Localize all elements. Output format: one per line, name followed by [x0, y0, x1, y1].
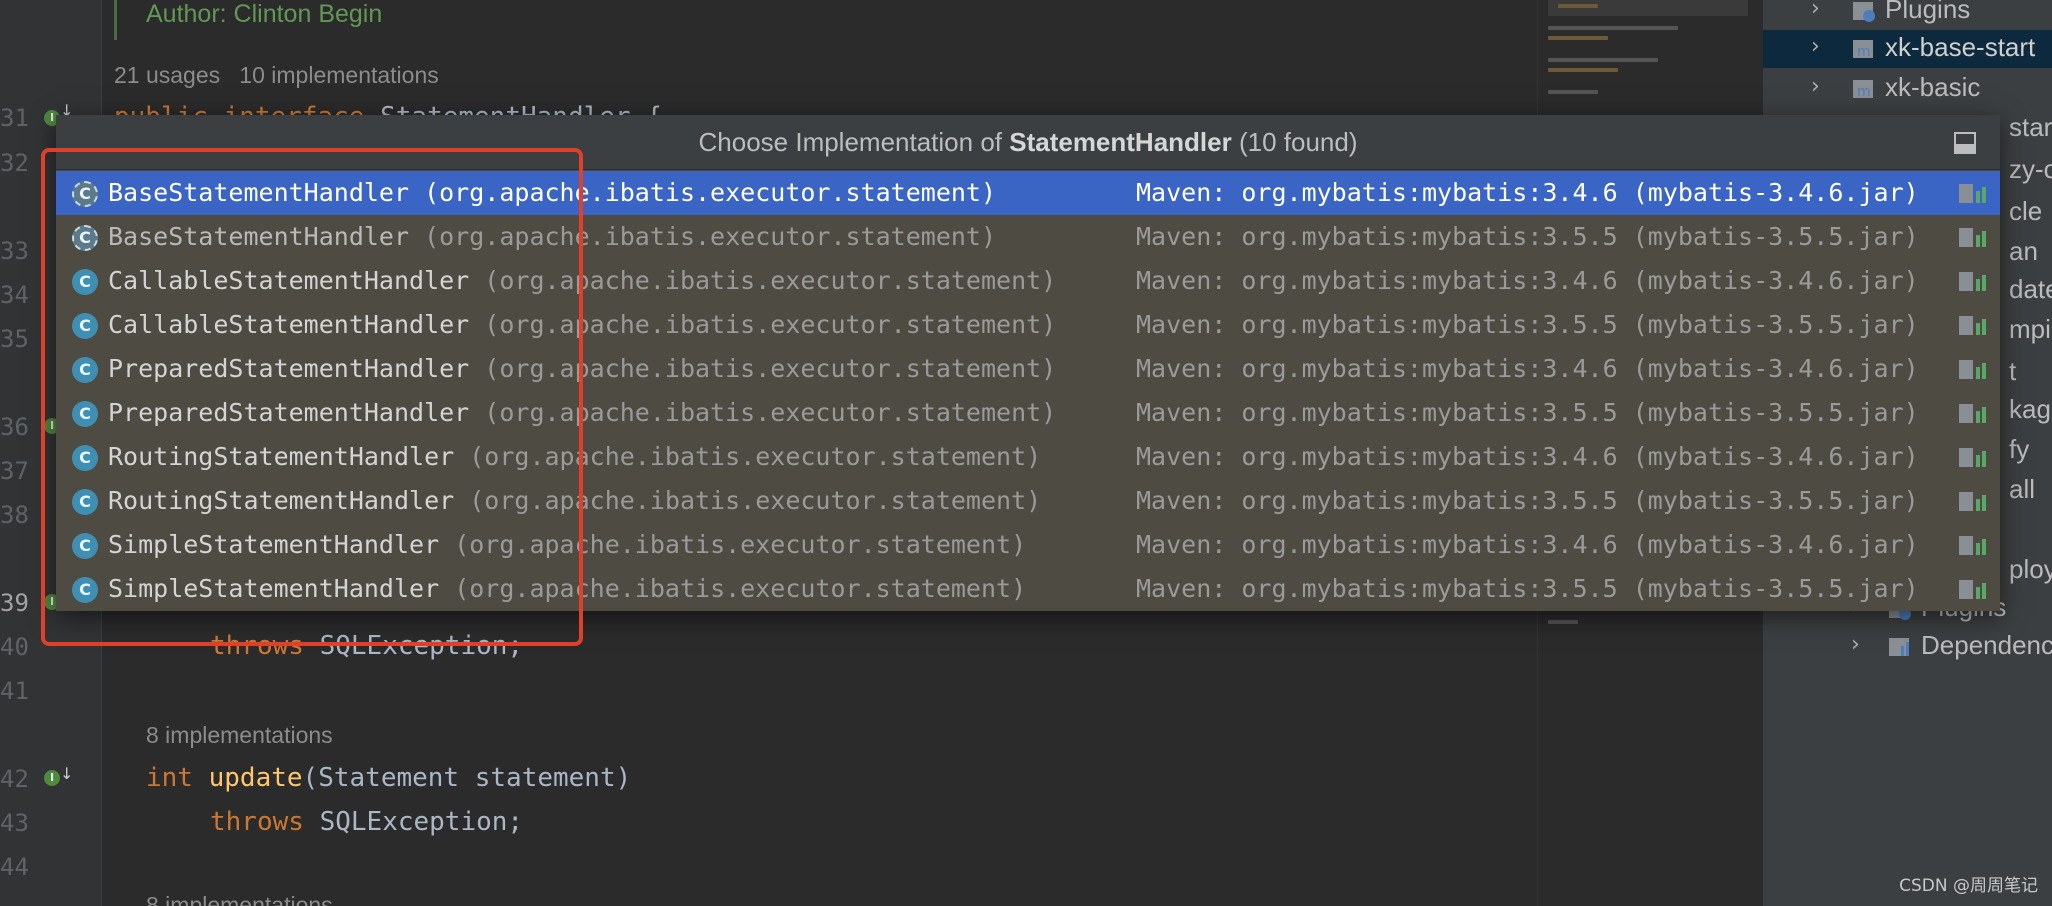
library-jar-icon: [1959, 492, 1986, 511]
maven-module-icon: m: [1853, 80, 1873, 100]
maven-library: Maven: org.mybatis:mybatis:3.5.5 (mybati…: [1136, 398, 1919, 427]
minimap-line: [1548, 68, 1618, 72]
annotation-highlight-box: [41, 148, 583, 646]
author-doc-line: Author: Clinton Begin: [146, 0, 383, 28]
maven-library: Maven: org.mybatis:mybatis:3.4.6 (mybati…: [1136, 266, 1919, 295]
popup-title-name: StatementHandler: [1009, 127, 1232, 157]
maven-module-icon: m: [1853, 40, 1873, 60]
method-args: (Statement statement): [302, 763, 632, 793]
tree-fragment: an: [2009, 236, 2038, 266]
line-number: 37: [0, 457, 29, 485]
implementations-hint[interactable]: 8 implementations: [146, 722, 333, 749]
line-number: 44: [0, 853, 29, 881]
doc-comment-bar: [114, 0, 117, 40]
line-number: 33: [0, 237, 29, 265]
minimap-line: [1548, 90, 1598, 94]
maven-library: Maven: org.mybatis:mybatis:3.5.5 (mybati…: [1136, 222, 1919, 251]
minimap-line: [1548, 26, 1678, 30]
maven-library: Maven: org.mybatis:mybatis:3.4.6 (mybati…: [1136, 442, 1919, 471]
tree-fragment: mpile: [2009, 314, 2052, 344]
plugins-folder-icon: [1853, 2, 1875, 22]
line-number: 34: [0, 281, 29, 309]
svg-text:m: m: [1857, 44, 1871, 60]
tree-item-plugins[interactable]: › Plugins: [1763, 0, 2052, 30]
tree-item-label: xk-basic: [1885, 72, 1981, 102]
library-jar-icon: [1959, 316, 1986, 335]
throws-clause: throws SQLException;: [210, 805, 523, 839]
arrow-down-icon: ↓: [60, 764, 74, 783]
maven-library: Maven: org.mybatis:mybatis:3.5.5 (mybati…: [1136, 310, 1919, 339]
tree-fragment: t: [2009, 356, 2017, 386]
method-declaration: int update(Statement statement): [146, 761, 631, 795]
chevron-right-icon[interactable]: ›: [1851, 632, 1871, 657]
method-name: update: [208, 763, 303, 793]
tree-item-label: xk-base-start: [1885, 32, 2036, 62]
type-keyword: int: [146, 763, 193, 793]
minimap-viewport[interactable]: [1548, 0, 1748, 16]
line-number: 32: [0, 149, 29, 177]
usages-hint[interactable]: 21 usages 10 implementations: [114, 62, 439, 89]
minimap-line: [1548, 620, 1578, 624]
line-number: 38: [0, 501, 29, 529]
tree-fragment: fy: [2009, 434, 2030, 464]
library-jar-icon: [1959, 404, 1986, 423]
tree-fragment: all: [2009, 474, 2036, 504]
tree-item-xk-basic[interactable]: › m xk-basic: [1763, 70, 2052, 108]
line-number: 42: [0, 765, 29, 793]
tree-fragment: cle: [2009, 196, 2043, 226]
library-jar-icon: [1959, 360, 1986, 379]
svg-text:m: m: [1857, 84, 1871, 100]
line-number: 40: [0, 633, 29, 661]
line-number: 35: [0, 325, 29, 353]
maven-library: Maven: org.mybatis:mybatis:3.4.6 (mybati…: [1136, 178, 1919, 207]
tree-fragment: kage: [2009, 394, 2052, 424]
minimap-line: [1558, 4, 1598, 8]
line-number: 39: [0, 589, 29, 617]
tree-item-label: Plugins: [1885, 0, 1971, 24]
minimap-line: [1548, 58, 1658, 62]
pin-window-icon[interactable]: [1954, 132, 1976, 154]
maven-library: Maven: org.mybatis:mybatis:3.4.6 (mybati…: [1136, 354, 1919, 383]
tree-fragment: starte: [2009, 112, 2052, 142]
library-jar-icon: [1959, 272, 1986, 291]
tree-item-xk-base-start[interactable]: › m xk-base-start: [1763, 30, 2052, 68]
chevron-right-icon[interactable]: ›: [1811, 0, 1831, 21]
maven-library: Maven: org.mybatis:mybatis:3.5.5 (mybati…: [1136, 574, 1919, 603]
line-number: 43: [0, 809, 29, 837]
library-jar-icon: [1959, 536, 1986, 555]
minimap-line: [1548, 36, 1608, 40]
watermark: CSDN @周周笔记: [1899, 876, 2038, 896]
line-number: 31: [0, 104, 29, 132]
maven-library: Maven: org.mybatis:mybatis:3.5.5 (mybati…: [1136, 486, 1919, 515]
popup-title-prefix: Choose Implementation of: [698, 127, 1010, 157]
maven-library: Maven: org.mybatis:mybatis:3.4.6 (mybati…: [1136, 530, 1919, 559]
library-jar-icon: [1959, 228, 1986, 247]
tree-fragment: date: [2009, 274, 2052, 304]
line-number: 36: [0, 413, 29, 441]
keyword: throws: [210, 807, 304, 837]
library-jar-icon: [1959, 580, 1986, 599]
tree-item-label: Dependenc: [1921, 630, 2052, 660]
tree-fragment: ploy: [2009, 554, 2052, 584]
implemented-gutter-icon[interactable]: I: [44, 770, 60, 786]
chevron-right-icon[interactable]: ›: [1811, 74, 1831, 99]
dependencies-folder-icon: [1889, 638, 1909, 656]
tree-item-dependencies[interactable]: › Dependenc: [1763, 628, 2052, 666]
exception-name: SQLException;: [303, 807, 524, 837]
implementations-hint[interactable]: 8 implementations: [146, 892, 333, 906]
tree-fragment: zy-co: [2009, 154, 2052, 184]
library-jar-icon: [1959, 184, 1986, 203]
line-number: 41: [0, 677, 29, 705]
popup-title-suffix: (10 found): [1231, 127, 1358, 157]
library-jar-icon: [1959, 448, 1986, 467]
chevron-right-icon[interactable]: ›: [1811, 34, 1831, 59]
